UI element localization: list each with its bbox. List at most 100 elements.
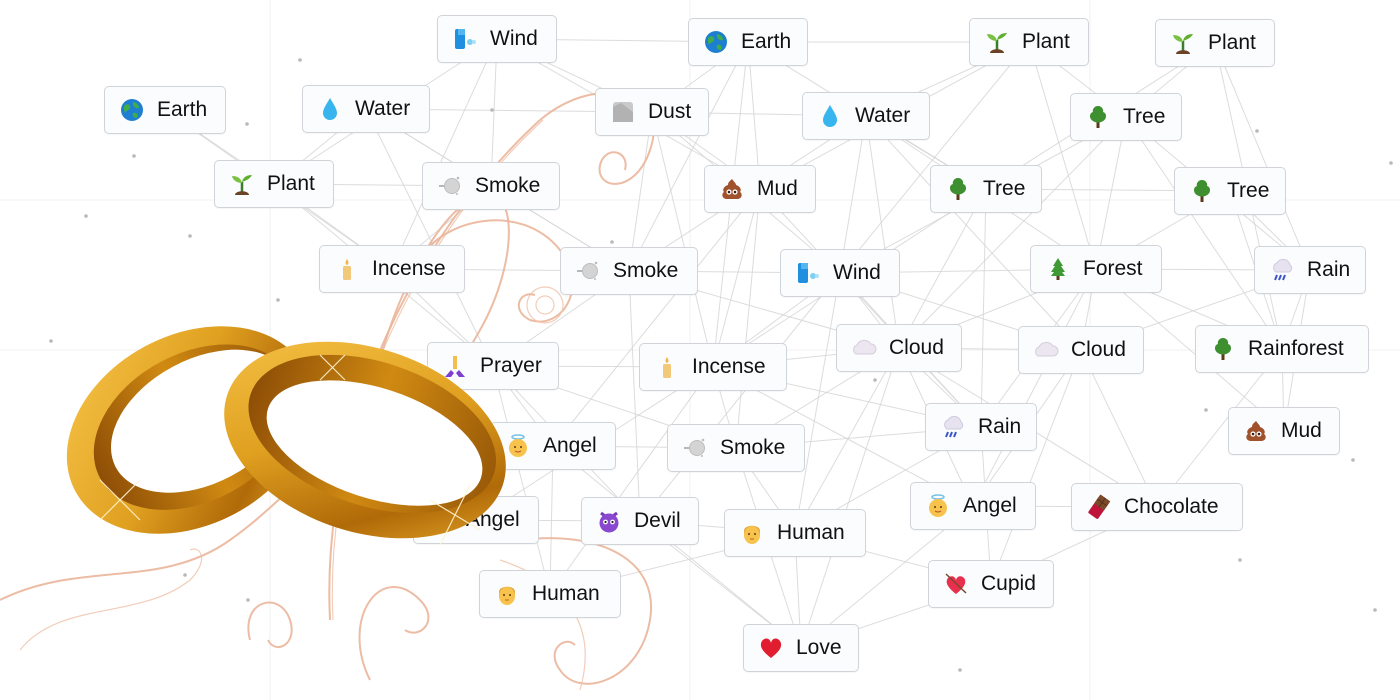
element-tile-tree[interactable]: Tree [1070,93,1182,141]
element-tile-cupid[interactable]: Cupid [928,560,1054,608]
element-label: Incense [692,355,766,378]
element-tile-cloud[interactable]: Cloud [836,324,962,372]
element-tile-rain[interactable]: Rain [925,403,1037,451]
element-tile-smoke[interactable]: Smoke [422,162,560,210]
element-tile-plant[interactable]: Plant [969,18,1089,66]
element-tile-smoke[interactable]: Smoke [667,424,805,472]
mud-pile-icon [1243,418,1269,444]
background-dot [245,122,249,126]
element-tile-tree[interactable]: Tree [930,165,1042,213]
element-tile-rainforest[interactable]: Rainforest [1195,325,1369,373]
element-tile-rain[interactable]: Rain [1254,246,1366,294]
element-tile-smoke[interactable]: Smoke [560,247,698,295]
rain-cloud-icon [940,414,966,440]
connection-line [552,188,761,447]
element-tile-incense[interactable]: Incense [639,343,787,391]
element-label: Devil [634,509,681,532]
element-label: Water [355,97,411,120]
element-tile-angel[interactable]: Angel [490,422,616,470]
element-tile-plant[interactable]: Plant [214,160,334,208]
element-tile-earth[interactable]: Earth [688,18,808,66]
element-label: Human [532,582,600,605]
element-label: Angel [466,508,520,531]
connection-line [980,188,987,428]
element-label: Cupid [981,572,1036,595]
connection-line [1125,116,1283,350]
element-label: Rain [978,415,1022,438]
element-tile-earth[interactable]: Earth [104,86,226,134]
background-dot [1238,558,1242,562]
element-label: Smoke [720,436,786,459]
element-label: Tree [983,177,1026,200]
element-tile-chocolate[interactable]: Chocolate [1071,483,1243,531]
element-label: Cloud [1071,338,1126,361]
background-dot [246,598,250,602]
connection-line [794,272,841,534]
smoke-icon [575,258,601,284]
element-tile-angel[interactable]: Angel [413,496,539,544]
smoke-icon [682,435,708,461]
earth-globe-icon [703,29,729,55]
element-tile-tree[interactable]: Tree [1174,167,1286,215]
element-label: Human [777,521,845,544]
water-droplet-icon [817,103,843,129]
earth-globe-icon [119,97,145,123]
devil-face-icon [596,508,622,534]
element-tile-love[interactable]: Love [743,624,859,672]
element-label: Angel [543,434,597,457]
element-label: Earth [741,30,792,53]
background-dot [1204,408,1208,412]
element-label: Dust [648,100,692,123]
element-tile-prayer[interactable]: Prayer [427,342,559,390]
element-tile-angel[interactable]: Angel [910,482,1036,530]
element-label: Chocolate [1124,495,1219,518]
cloud-icon [851,335,877,361]
cloud-icon [1033,337,1059,363]
element-tile-incense[interactable]: Incense [319,245,465,293]
background-dot [958,668,962,672]
background-dot [49,339,53,343]
element-tile-dust[interactable]: Dust [595,88,709,136]
praying-hands-icon [442,353,468,379]
element-label: Rain [1307,258,1351,281]
element-label: Plant [267,172,315,195]
element-tile-human[interactable]: Human [724,509,866,557]
background-dot [132,154,136,158]
connection-line [1214,42,1311,271]
element-tile-mud[interactable]: Mud [1228,407,1340,455]
element-label: Incense [372,257,446,280]
element-tile-wind[interactable]: Wind [780,249,900,297]
element-tile-forest[interactable]: Forest [1030,245,1162,293]
element-label: Smoke [613,259,679,282]
element-label: Mud [1281,419,1322,442]
element-tile-mud[interactable]: Mud [704,165,816,213]
background-dot [1255,129,1259,133]
human-face-icon [739,520,765,546]
element-label: Wind [833,261,881,284]
angel-icon [428,507,454,533]
element-label: Love [796,636,842,659]
chocolate-bar-icon [1086,494,1112,520]
background-dot [1373,608,1377,612]
element-tile-devil[interactable]: Devil [581,497,699,545]
element-tile-plant[interactable]: Plant [1155,19,1275,67]
human-face-icon [494,581,520,607]
element-tile-wind[interactable]: Wind [437,15,557,63]
heart-arrow-icon [943,571,969,597]
element-label: Wind [490,27,538,50]
mud-pile-icon [719,176,745,202]
element-tile-water[interactable]: Water [802,92,930,140]
element-label: Forest [1083,257,1143,280]
smoke-icon [437,173,463,199]
background-dot [183,573,187,577]
element-tile-cloud[interactable]: Cloud [1018,326,1144,374]
seedling-icon [984,29,1010,55]
angel-icon [505,433,531,459]
element-label: Mud [757,177,798,200]
connection-line [651,111,714,368]
element-tile-human[interactable]: Human [479,570,621,618]
connection-line [735,188,761,449]
element-label: Plant [1022,30,1070,53]
element-tile-water[interactable]: Water [302,85,430,133]
element-label: Tree [1123,105,1166,128]
